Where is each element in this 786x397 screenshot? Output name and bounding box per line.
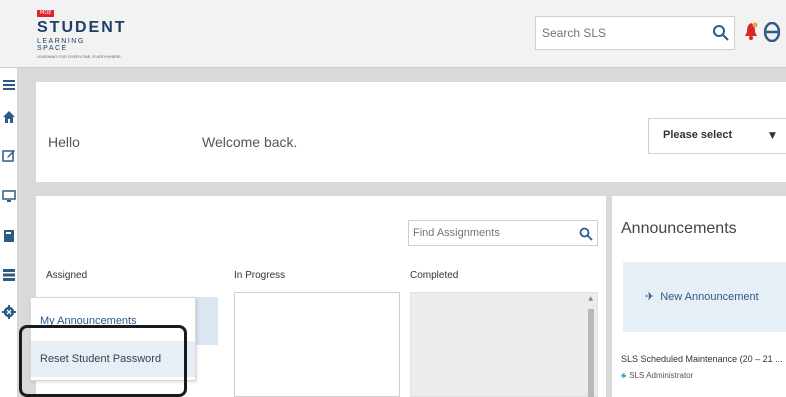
- new-announcement-label: ✈ New Announcement: [645, 290, 759, 303]
- menu-icon[interactable]: [2, 78, 16, 92]
- search-icon[interactable]: [712, 24, 730, 42]
- new-announcement-text: New Announcement: [660, 291, 759, 303]
- highlight-box: [19, 325, 187, 397]
- scrollbar-thumb[interactable]: [588, 309, 594, 397]
- announcements-card: Announcements ✈ New Announcement SLS Sche…: [612, 196, 786, 397]
- hello-text: Hello: [48, 134, 80, 150]
- announcement-item-title[interactable]: SLS Scheduled Maintenance (20 – 21 ...: [621, 354, 783, 364]
- welcome-text: Welcome back.: [202, 134, 298, 150]
- gear-icon[interactable]: [2, 305, 16, 319]
- logo-tagline: LEARNING FOR EVERYONE, EVERYWHERE: [37, 54, 121, 59]
- announcement-author-text: SLS Administrator: [629, 371, 694, 380]
- select-value: Please select: [663, 129, 733, 141]
- completed-list[interactable]: ▲: [410, 292, 598, 397]
- search-icon[interactable]: [579, 227, 593, 241]
- class-select[interactable]: Please select ▼: [648, 118, 786, 154]
- logo-title: STUDENT: [37, 19, 127, 36]
- column-completed: Completed: [410, 270, 459, 281]
- server-icon[interactable]: [2, 268, 16, 282]
- people-icon: ♣: [621, 371, 627, 380]
- book-icon[interactable]: [2, 229, 16, 243]
- home-icon[interactable]: [2, 110, 16, 124]
- find-assignments-input[interactable]: [409, 221, 569, 245]
- chevron-down-icon: ▼: [769, 131, 776, 141]
- scroll-up-icon[interactable]: ▲: [588, 295, 593, 302]
- global-search: [535, 16, 735, 50]
- top-header: MOE STUDENT LEARNING SPACE LEARNING FOR …: [0, 0, 786, 68]
- logo-subtitle: LEARNING SPACE: [37, 38, 85, 52]
- find-assignments: [408, 220, 598, 246]
- logo-badge: MOE: [37, 10, 55, 17]
- sls-logo[interactable]: MOE STUDENT LEARNING SPACE LEARNING FOR …: [37, 10, 137, 60]
- new-announcement-button[interactable]: ✈ New Announcement: [623, 262, 786, 332]
- search-input[interactable]: [536, 17, 706, 49]
- column-assigned: Assigned: [46, 270, 88, 281]
- send-icon: ✈: [645, 291, 655, 303]
- bell-icon[interactable]: [744, 22, 758, 42]
- user-icon[interactable]: [764, 22, 780, 42]
- left-rail: [0, 68, 18, 397]
- column-in-progress: In Progress: [234, 270, 286, 281]
- sls-dashboard: MOE STUDENT LEARNING SPACE LEARNING FOR …: [0, 0, 786, 397]
- edit-icon[interactable]: [2, 148, 16, 162]
- greeting-card: Hello Welcome back. Please select ▼: [36, 82, 786, 182]
- announcement-item-author: ♣ SLS Administrator: [621, 371, 693, 380]
- in-progress-list[interactable]: [234, 292, 400, 397]
- monitor-icon[interactable]: [2, 189, 16, 203]
- announcements-title: Announcements: [621, 220, 737, 237]
